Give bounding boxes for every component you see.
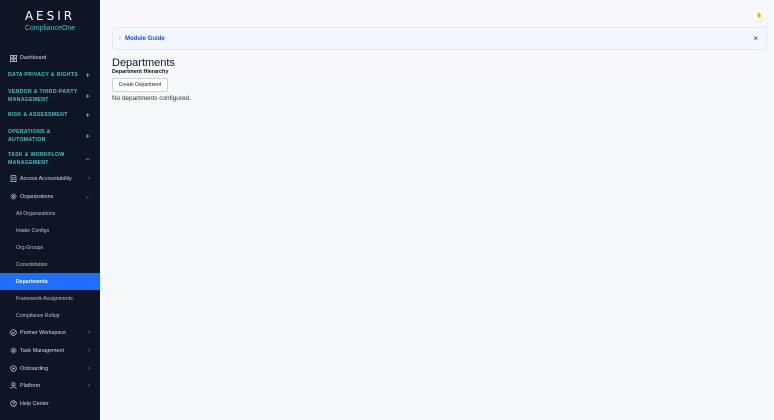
section-risk[interactable]: RISK & ASSESSMENT + (8, 112, 96, 120)
section-operations[interactable]: OPERATIONS & AUTOMATION + (8, 129, 90, 144)
sidebar-item-label: Task Management (20, 347, 65, 354)
expand-icon: + (85, 92, 90, 100)
sidebar-item-label: Access Accountability (20, 175, 72, 182)
module-guide-label: Module Guide (125, 36, 165, 42)
brand-name: AESIR (24, 9, 76, 23)
sidebar-item-partner-workspace[interactable]: Partner Workspace › (0, 328, 100, 337)
page-title: Departments (112, 57, 175, 69)
sidebar-item-platform[interactable]: Platform › (0, 381, 100, 390)
grid-icon (9, 54, 17, 62)
chevron-right-icon: › (119, 36, 121, 42)
collapse-icon: − (85, 155, 90, 163)
section-label: RISK & ASSESSMENT (8, 112, 68, 118)
section-label: TASK & WORKFLOW MANAGEMENT (8, 152, 65, 166)
subitem-org-groups[interactable]: Org Groups (0, 239, 100, 256)
expand-icon: + (85, 72, 90, 79)
subitem-intake-configs[interactable]: Intake Configs (0, 222, 100, 239)
sidebar-item-onboarding[interactable]: Onboarding › (0, 364, 100, 373)
section-vendor[interactable]: VENDOR & THIRD-PARTY MANAGEMENT + (8, 89, 90, 104)
empty-state-text: No departments configured. (112, 95, 191, 102)
sidebar-item-task-management[interactable]: Task Management › (0, 346, 100, 355)
subitem-compliance-rollup[interactable]: Compliance Rollup (0, 307, 100, 324)
gear-icon (9, 193, 17, 201)
sidebar-item-label: Onboarding (20, 365, 49, 372)
chevron-right-icon: › (88, 382, 90, 389)
sidebar-item-label: Organizations (20, 193, 54, 200)
chevron-right-icon: › (88, 329, 90, 336)
sidebar-item-label: Help Center (20, 400, 49, 407)
sidebar-item-organizations[interactable]: Organizations ⌄ (0, 192, 100, 201)
sidebar-item-help-center[interactable]: Help Center (0, 399, 100, 408)
subitem-all-organizations[interactable]: All Organizations (0, 205, 100, 222)
section-label: VENDOR & THIRD-PARTY MANAGEMENT (8, 89, 78, 103)
sidebar-item-dashboard[interactable]: Dashboard (0, 54, 100, 62)
section-task-workflow[interactable]: TASK & WORKFLOW MANAGEMENT − (8, 152, 90, 167)
subitem-framework-assignments[interactable]: Framework Assignments (0, 290, 100, 307)
section-label: OPERATIONS & AUTOMATION (8, 129, 51, 143)
sidebar-item-access-accountability[interactable]: Access Accountability › (0, 174, 100, 183)
notification-bell-icon[interactable] (753, 9, 765, 21)
help-circle-icon (9, 400, 17, 408)
brand-product: ComplianceOne (24, 25, 76, 32)
chevron-down-icon: ⌄ (84, 194, 90, 200)
close-icon[interactable]: × (753, 28, 758, 50)
create-department-button[interactable]: Create Department (112, 78, 168, 92)
gear-icon (9, 347, 17, 355)
user-icon (9, 382, 17, 390)
module-guide-banner[interactable]: › Module Guide × (112, 27, 767, 50)
chevron-right-icon: › (88, 347, 90, 354)
section-label: DATA PRIVACY & RIGHTS (8, 72, 78, 78)
sidebar-item-label: Platform (20, 382, 41, 389)
expand-icon: + (85, 112, 90, 119)
clipboard-icon (9, 175, 17, 183)
sidebar-item-label: Dashboard (20, 55, 47, 61)
brand-logo[interactable]: AESIR ComplianceOne (0, 9, 100, 33)
section-heading: Department Hierarchy (112, 69, 169, 75)
circle-icon (9, 365, 17, 373)
chevron-right-icon: › (88, 175, 90, 182)
subitem-consolidation[interactable]: Consolidation (0, 256, 100, 273)
subitem-departments[interactable]: Departments (0, 273, 100, 290)
chevron-right-icon: › (88, 365, 90, 372)
expand-icon: + (85, 132, 90, 140)
sidebar-item-label: Partner Workspace (20, 329, 67, 336)
main-content: › Module Guide × Departments Department … (100, 0, 774, 420)
sidebar: AESIR ComplianceOne Dashboard DATA PRIVA… (0, 0, 100, 420)
section-data-privacy[interactable]: DATA PRIVACY & RIGHTS + (8, 72, 96, 80)
check-circle-icon (9, 329, 17, 337)
